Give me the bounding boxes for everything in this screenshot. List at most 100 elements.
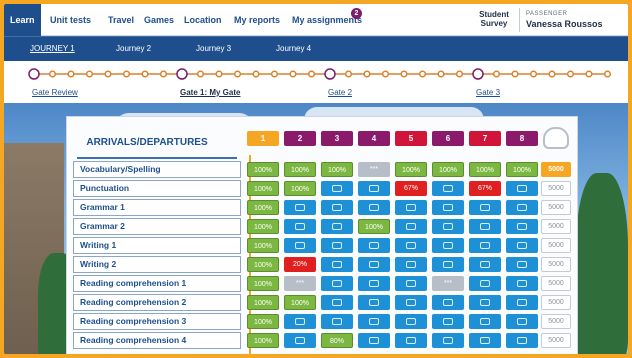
result-cell[interactable]: 100%: [358, 219, 390, 234]
tab-learn[interactable]: Learn: [4, 4, 41, 36]
bed-icon-cell[interactable]: [395, 200, 427, 215]
row-label[interactable]: Reading comprehension 4: [73, 332, 241, 349]
door-icon-cell[interactable]: [506, 295, 538, 310]
result-cell[interactable]: 100%: [247, 333, 279, 348]
result-cell[interactable]: 67%: [469, 181, 501, 196]
result-cell[interactable]: 100%: [247, 257, 279, 272]
ship-icon-cell[interactable]: [358, 257, 390, 272]
mirror-icon-cell[interactable]: [395, 333, 427, 348]
gate-header-6[interactable]: 6: [432, 131, 464, 146]
gate-header-8[interactable]: 8: [506, 131, 538, 146]
sail-icon-cell[interactable]: [395, 257, 427, 272]
row-label[interactable]: Reading comprehension 2: [73, 294, 241, 311]
zoom-icon-cell[interactable]: [395, 295, 427, 310]
truck-icon-cell[interactable]: [284, 238, 316, 253]
tree-icon-cell[interactable]: [321, 219, 353, 234]
journey-tab-3[interactable]: Journey 3: [196, 37, 231, 61]
result-cell[interactable]: 100%: [321, 162, 353, 177]
journey-tab-1[interactable]: JOURNEY 1: [30, 37, 75, 61]
book-icon-cell[interactable]: [358, 295, 390, 310]
row-label[interactable]: Writing 1: [73, 237, 241, 254]
globe-icon-cell[interactable]: [284, 314, 316, 329]
face-icon-cell[interactable]: [358, 238, 390, 253]
student-survey-link[interactable]: Student Survey: [474, 10, 514, 28]
pot-icon-cell[interactable]: [395, 314, 427, 329]
gate-3-link[interactable]: Gate 3: [476, 88, 500, 97]
result-cell[interactable]: ***: [284, 276, 316, 291]
pen-icon-cell[interactable]: [506, 333, 538, 348]
row-label[interactable]: Reading comprehension 1: [73, 275, 241, 292]
result-cell[interactable]: 100%: [247, 181, 279, 196]
gate-review-link[interactable]: Gate Review: [32, 88, 78, 97]
shoe-icon-cell[interactable]: [469, 295, 501, 310]
anchor-icon-cell[interactable]: [358, 314, 390, 329]
sign-icon-cell[interactable]: [321, 238, 353, 253]
star-icon-cell[interactable]: [395, 219, 427, 234]
row-label[interactable]: Reading comprehension 3: [73, 313, 241, 330]
result-cell[interactable]: 100%: [247, 314, 279, 329]
boat-icon-cell[interactable]: [469, 219, 501, 234]
row-label[interactable]: Vocabulary/Spelling: [73, 161, 241, 178]
shoe-icon-cell[interactable]: [506, 200, 538, 215]
flag-icon-cell[interactable]: [358, 276, 390, 291]
camera-icon-cell[interactable]: [358, 200, 390, 215]
cake-icon-cell[interactable]: [432, 219, 464, 234]
bus-icon-cell[interactable]: [284, 219, 316, 234]
tab-location[interactable]: Location: [184, 4, 222, 36]
star-icon-cell[interactable]: [432, 295, 464, 310]
result-cell[interactable]: 80%: [321, 333, 353, 348]
card-icon-cell[interactable]: [432, 181, 464, 196]
result-cell[interactable]: 100%: [247, 276, 279, 291]
result-cell[interactable]: 67%: [395, 181, 427, 196]
key-icon-cell[interactable]: [506, 314, 538, 329]
gift-icon-cell[interactable]: [469, 276, 501, 291]
result-cell[interactable]: 100%: [247, 219, 279, 234]
car-icon-cell[interactable]: [321, 257, 353, 272]
ticket-icon-cell[interactable]: [321, 200, 353, 215]
hand-icon-cell[interactable]: [506, 219, 538, 234]
rocket-icon-cell[interactable]: [358, 333, 390, 348]
row-label[interactable]: Grammar 1: [73, 199, 241, 216]
journey-tab-4[interactable]: Journey 4: [276, 37, 311, 61]
result-cell[interactable]: 100%: [247, 162, 279, 177]
moon-icon-cell[interactable]: [469, 238, 501, 253]
lamp-icon-cell[interactable]: [432, 333, 464, 348]
gear-icon-cell[interactable]: [284, 333, 316, 348]
brush-icon-cell[interactable]: [432, 257, 464, 272]
wheel-icon-cell[interactable]: [284, 200, 316, 215]
hat-icon-cell[interactable]: [432, 238, 464, 253]
result-cell[interactable]: ***: [358, 162, 390, 177]
jet-icon-cell[interactable]: [469, 333, 501, 348]
cap-icon-cell[interactable]: [506, 276, 538, 291]
image-icon-cell[interactable]: [321, 314, 353, 329]
feet-icon-cell[interactable]: [469, 314, 501, 329]
ball-icon-cell[interactable]: [395, 238, 427, 253]
pin-icon-cell[interactable]: [506, 257, 538, 272]
plane-icon-cell[interactable]: [321, 181, 353, 196]
cup-icon-cell[interactable]: [506, 238, 538, 253]
result-cell[interactable]: 20%: [284, 257, 316, 272]
result-cell[interactable]: 100%: [284, 162, 316, 177]
row-label[interactable]: Writing 2: [73, 256, 241, 273]
gate-header-7[interactable]: 7: [469, 131, 501, 146]
result-cell[interactable]: 100%: [284, 295, 316, 310]
result-cell[interactable]: ***: [432, 276, 464, 291]
link-icon-cell[interactable]: [321, 295, 353, 310]
bag-icon-cell[interactable]: [506, 181, 538, 196]
journey-tab-2[interactable]: Journey 2: [116, 37, 151, 61]
kite-icon-cell[interactable]: [469, 257, 501, 272]
result-cell[interactable]: 100%: [469, 162, 501, 177]
result-cell[interactable]: 100%: [432, 162, 464, 177]
result-cell[interactable]: 100%: [284, 181, 316, 196]
row-label[interactable]: Punctuation: [73, 180, 241, 197]
result-cell[interactable]: 100%: [247, 295, 279, 310]
tab-my-reports[interactable]: My reports: [234, 4, 280, 36]
tab-unit-tests[interactable]: Unit tests: [50, 4, 91, 36]
result-cell[interactable]: 100%: [247, 200, 279, 215]
row-label[interactable]: Grammar 2: [73, 218, 241, 235]
van-icon-cell[interactable]: [395, 276, 427, 291]
gate-header-3[interactable]: 3: [321, 131, 353, 146]
bike-icon-cell[interactable]: [358, 181, 390, 196]
gate-1-link[interactable]: Gate 1: My Gate: [180, 88, 240, 97]
result-cell[interactable]: 100%: [506, 162, 538, 177]
